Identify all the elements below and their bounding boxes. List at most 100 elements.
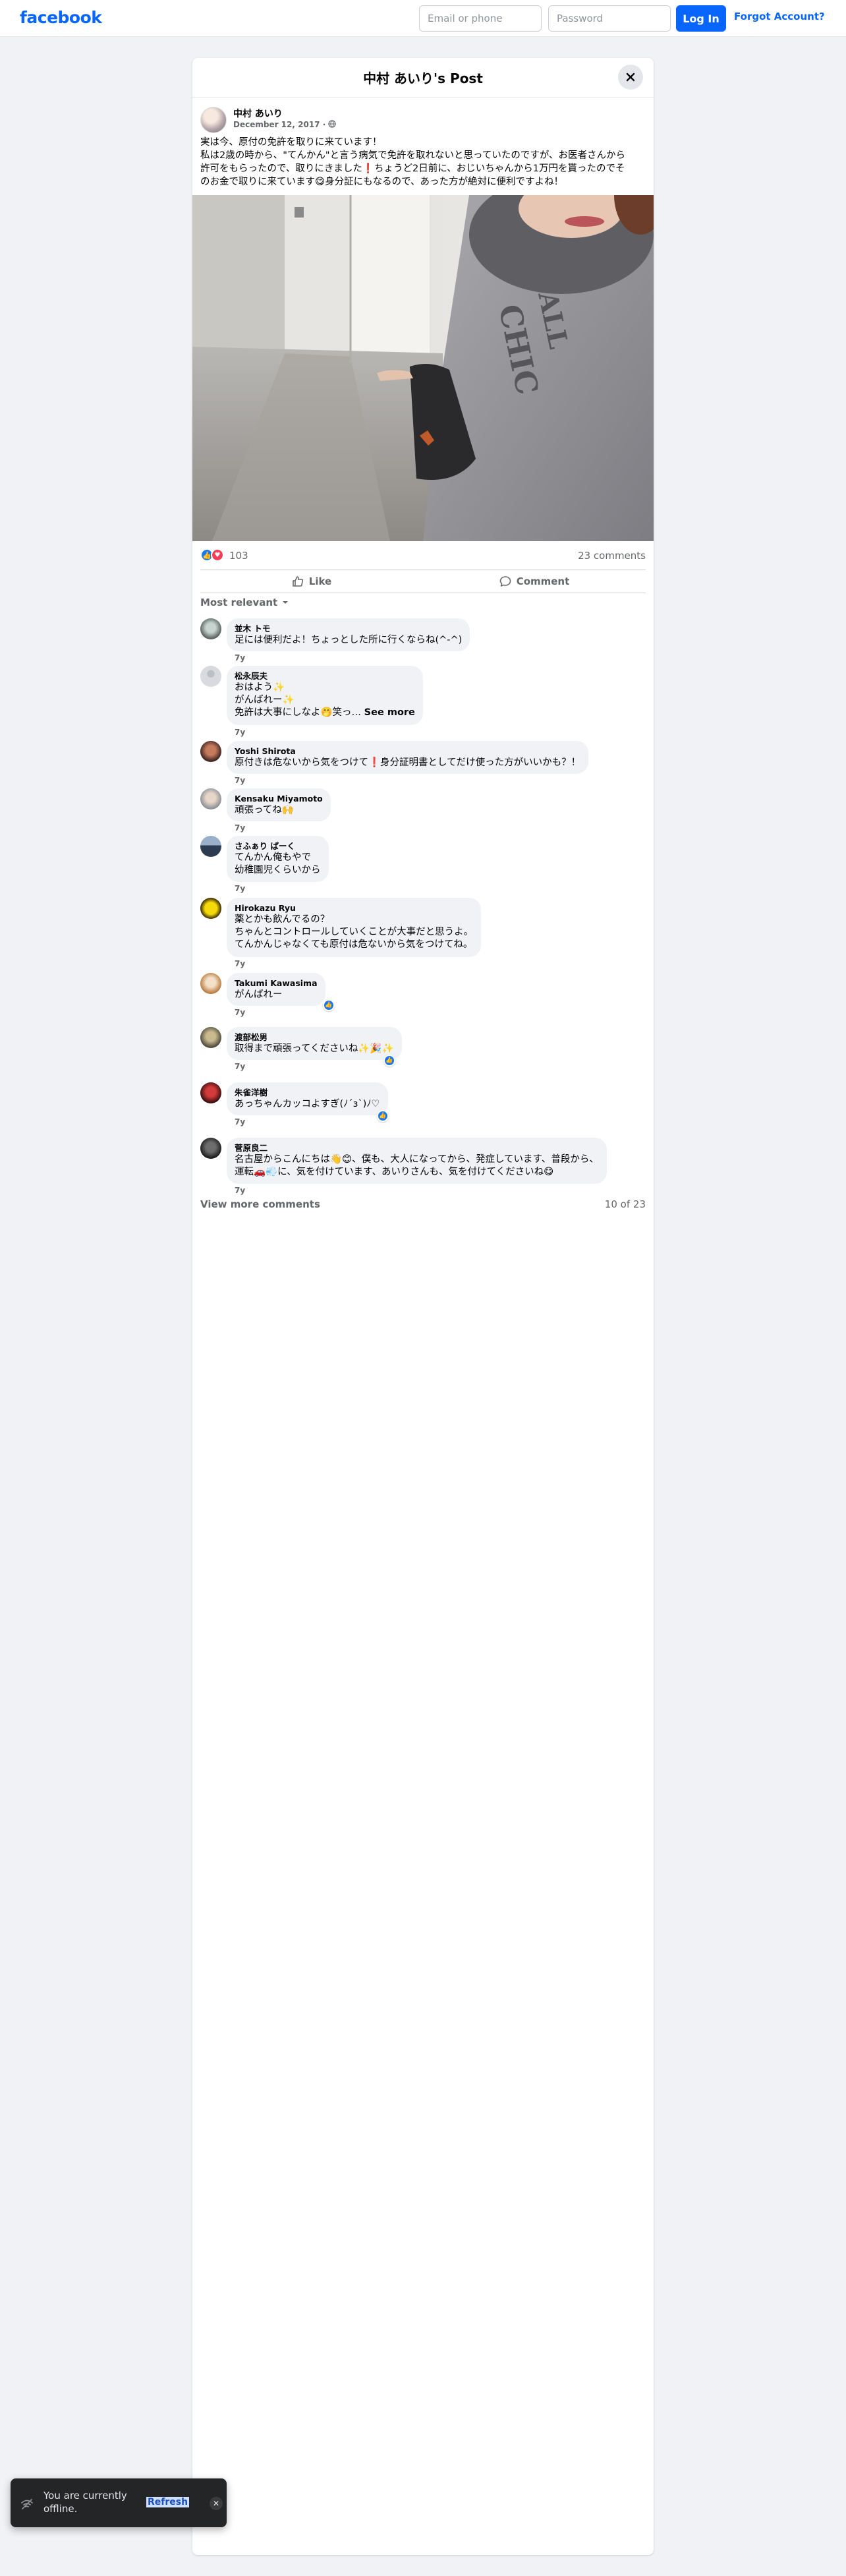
comment-time[interactable]: 7y [235,1117,245,1127]
comment-bubble: 菅原良二 名古屋からこんにちは👋😊、僕も、大人になってから、発症しています、普段… [227,1138,607,1184]
comment-time[interactable]: 7y [235,1008,245,1017]
comment-bubble: 並木 トモ 足には便利だよ！ちょっとした所に行くならね(^-^) [227,618,470,651]
post-date[interactable]: December 12, 2017 · [233,120,337,129]
offline-message: You are currently offline. [43,2490,127,2515]
avatar[interactable] [200,836,221,857]
comment-text-line: ちゃんとコントロールしていくことが大事だと思うよ。 [235,927,474,937]
dialog-title: 中村 あいり's Post [363,71,483,86]
see-more-link[interactable]: See more [364,707,415,718]
globe-icon [328,120,337,128]
comment-bubble: 松永辰夫 おはよう✨ がんばれー✨ 免許は大事にしなよ🤭笑っ… See more [227,666,423,725]
top-bar: facebook Email or phone Password Log In … [0,0,846,37]
comment-text-line: 運転🚗💨に、気を付けています、あいりさんも、気を付けてくださいね😋 [235,1167,554,1177]
comment-item: 渡部松男 取得まで頑張ってくださいね✨🎉✨ 👍 7y [200,1027,646,1071]
comment-text-line: 幼稚園児くらいから [235,865,321,875]
comment-item: Yoshi Shirota 原付きは危ないから気をつけて❗身分証明書としてだけ使… [200,741,646,785]
commenter-name[interactable]: 並木 トモ [235,624,462,634]
comment-text-line: がんばれー✨ [235,695,295,705]
comment-item: 松永辰夫 おはよう✨ がんばれー✨ 免許は大事にしなよ🤭笑っ… See more… [200,666,646,737]
comment-time[interactable]: 7y [235,884,245,893]
comment-bubble: さふぁり ぱーく てんかん俺もやで 幼稚園児くらいから [227,836,329,882]
avatar[interactable] [200,1082,221,1103]
avatar[interactable] [200,1138,221,1159]
dialog-header: 中村 あいり's Post [192,58,654,98]
facebook-logo[interactable]: facebook [20,8,102,27]
comment-text-line: 免許は大事にしなよ🤭笑っ… See more [235,707,415,719]
offline-toast: You are currently offline. Refresh ✕ [11,2478,227,2527]
password-field[interactable]: Password [548,5,671,32]
like-reaction-icon[interactable]: 👍 [323,999,335,1011]
like-label: Like [308,575,332,587]
comment-time[interactable]: 7y [235,728,245,737]
author-name[interactable]: 中村 あいり [233,107,283,120]
love-reaction-icon[interactable]: ♥ [211,548,224,562]
comment-bubble: Takumi Kawasima がんばれー [227,973,325,1006]
wifi-off-icon [21,2499,33,2509]
comment-bubble: 渡部松男 取得まで頑張ってくださいね✨🎉✨ [227,1027,402,1060]
comment-sort-dropdown[interactable]: Most relevant [200,595,289,610]
avatar[interactable] [200,741,221,762]
comment-text-line: おはよう✨ [235,682,285,693]
login-button[interactable]: Log In [676,5,726,32]
commenter-name[interactable]: Takumi Kawasima [235,978,318,989]
commenter-name[interactable]: 菅原良二 [235,1143,599,1154]
comment-item: さふぁり ぱーく てんかん俺もやで 幼稚園児くらいから 7y [200,836,646,893]
thumbs-up-icon [292,576,303,587]
comment-text: 頑張ってね🙌 [235,805,294,815]
comment-time[interactable]: 7y [235,959,245,968]
comment-text: がんばれー [235,989,283,1000]
comment-bubble: 朱雀洋樹 あっちゃんカッコよすぎ(ﾉ´з`)ﾉ♡ [227,1082,388,1115]
view-more-comments: View more comments 10 of 23 [200,1198,646,1214]
comment-count[interactable]: 23 comments [578,550,646,562]
commenter-name[interactable]: 朱雀洋樹 [235,1088,380,1098]
close-button[interactable] [618,65,643,90]
post-text-line: のお金で取りに来ています😋身分証にもなるので、あった方が絶対に便利ですよね！ [200,177,564,187]
comment-text: 原付きは危ないから気をつけて❗身分証明書としてだけ使った方がいいかも？！ [235,757,581,768]
comment-bubble: Kensaku Miyamoto 頑張ってね🙌 [227,788,331,821]
comment-item: 並木 トモ 足には便利だよ！ちょっとした所に行くならね(^-^) 7y [200,618,646,662]
like-button[interactable]: Like [200,570,423,593]
commenter-name[interactable]: Hirokazu Ryu [235,903,473,914]
refresh-link[interactable]: Refresh [146,2497,190,2507]
comment-label: Comment [516,575,570,587]
comment-button[interactable]: Comment [423,570,646,593]
reaction-count[interactable]: 103 [229,550,248,562]
like-reaction-icon[interactable]: 👍 [383,1055,395,1067]
comment-item: 菅原良二 名古屋からこんにちは👋😊、僕も、大人になってから、発症しています、普段… [200,1138,646,1195]
commenter-name[interactable]: Kensaku Miyamoto [235,794,323,804]
comment-text-line: 名古屋からこんにちは👋😊、僕も、大人になってから、発症しています、普段から、 [235,1154,599,1165]
avatar[interactable] [200,898,221,919]
comment-text: あっちゃんカッコよすぎ(ﾉ´з`)ﾉ♡ [235,1099,380,1109]
comment-bubble: Hirokazu Ryu 薬とかも飲んでるの？ ちゃんとコントロールしていくこと… [227,898,482,957]
comment-time[interactable]: 7y [235,823,245,833]
avatar[interactable] [200,666,221,687]
close-icon[interactable]: ✕ [210,2497,223,2510]
post-actions: Like Comment [200,570,646,593]
comment-text-line: てんかん俺もやで [235,852,311,863]
avatar[interactable] [200,107,227,133]
email-field[interactable]: Email or phone [419,5,542,32]
commenter-name[interactable]: 松永辰夫 [235,671,415,682]
avatar[interactable] [200,973,221,994]
post-photo[interactable]: CHIC ALL [192,195,654,541]
view-more-comments-link[interactable]: View more comments [200,1198,320,1210]
comment-time[interactable]: 7y [235,1062,245,1071]
commenter-name[interactable]: Yoshi Shirota [235,746,580,757]
avatar[interactable] [200,618,221,639]
comment-time[interactable]: 7y [235,776,245,785]
comment-icon [499,576,511,587]
chevron-down-icon [283,601,289,604]
avatar[interactable] [200,1027,221,1048]
like-reaction-icon[interactable]: 👍 [377,1110,389,1122]
commenter-name[interactable]: さふぁり ぱーく [235,841,321,852]
forgot-account-link[interactable]: Forgot Account? [734,11,825,22]
comment-time[interactable]: 7y [235,1186,245,1195]
post-text-line: 実は今、原付の免許を取りに来ています！ [200,137,382,148]
comment-text: 足には便利だよ！ちょっとした所に行くならね(^-^) [235,635,463,645]
comment-time[interactable]: 7y [235,653,245,662]
commenter-name[interactable]: 渡部松男 [235,1032,394,1043]
post-text: 実は今、原付の免許を取りに来ています！ 私は2歳の時から、"てんかん"と言う病気… [200,136,646,189]
post-text-line: 私は2歳の時から、"てんかん"と言う病気で免許を取れないと思っていたのですが、お… [200,150,626,161]
avatar[interactable] [200,788,221,809]
comment-item: 朱雀洋樹 あっちゃんカッコよすぎ(ﾉ´з`)ﾉ♡ 👍 7y [200,1082,646,1127]
